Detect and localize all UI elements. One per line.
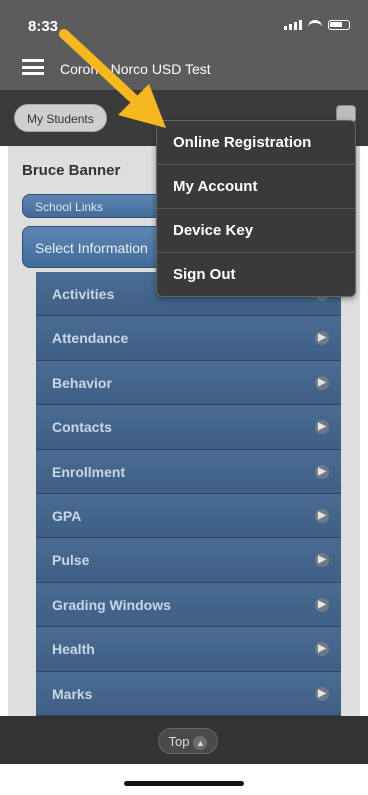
top-button[interactable]: Top ▲ bbox=[158, 728, 218, 754]
chevron-right-icon: ▶ bbox=[315, 331, 329, 346]
chevron-right-icon: ▶ bbox=[315, 642, 329, 657]
signal-icon bbox=[284, 20, 302, 30]
chevron-right-icon: ▶ bbox=[315, 420, 329, 435]
list-item[interactable]: Pulse ▶ bbox=[36, 538, 341, 583]
header-title: Corona-Norco USD Test bbox=[60, 61, 211, 77]
dropdown-menu: Online Registration My Account Device Ke… bbox=[156, 120, 356, 297]
footer: Top ▲ bbox=[0, 716, 368, 764]
chevron-right-icon: ▶ bbox=[315, 597, 329, 612]
chevron-right-icon: ▶ bbox=[315, 375, 329, 390]
home-indicator bbox=[124, 781, 244, 786]
status-time: 8:33 bbox=[28, 18, 59, 35]
menu-item-online-registration[interactable]: Online Registration bbox=[157, 121, 355, 165]
chevron-right-icon: ▶ bbox=[315, 686, 329, 701]
app-header: Corona-Norco USD Test bbox=[0, 44, 368, 90]
battery-icon bbox=[328, 20, 350, 30]
school-links-button[interactable]: School Links bbox=[22, 194, 172, 218]
status-icons bbox=[284, 20, 350, 30]
chevron-right-icon: ▶ bbox=[315, 553, 329, 568]
list-item[interactable]: Contacts ▶ bbox=[36, 405, 341, 450]
list-item[interactable]: GPA ▶ bbox=[36, 493, 341, 539]
my-students-button[interactable]: My Students bbox=[14, 104, 107, 132]
list-item[interactable]: Behavior ▶ bbox=[36, 360, 341, 406]
menu-item-device-key[interactable]: Device Key bbox=[157, 209, 355, 253]
list-item[interactable]: Marks ▶ bbox=[36, 671, 341, 716]
list-item[interactable]: Enrollment ▶ bbox=[36, 449, 341, 494]
chevron-right-icon: ▶ bbox=[315, 508, 329, 523]
hamburger-menu-icon[interactable] bbox=[22, 59, 44, 75]
list-item[interactable]: Attendance ▶ bbox=[36, 316, 341, 361]
information-list: Activities▶ Attendance▶ Behavior▶ Contac… bbox=[36, 272, 341, 716]
menu-item-my-account[interactable]: My Account bbox=[157, 165, 355, 209]
chevron-right-icon: ▶ bbox=[315, 464, 329, 479]
menu-item-sign-out[interactable]: Sign Out bbox=[157, 253, 355, 297]
student-name: Bruce Banner bbox=[22, 162, 121, 179]
status-bar: 8:33 bbox=[0, 0, 368, 44]
wifi-icon bbox=[308, 20, 322, 30]
chevron-up-icon: ▲ bbox=[193, 736, 208, 750]
list-item[interactable]: Grading Windows ▶ bbox=[36, 582, 341, 628]
list-item[interactable]: Health ▶ bbox=[36, 627, 341, 672]
